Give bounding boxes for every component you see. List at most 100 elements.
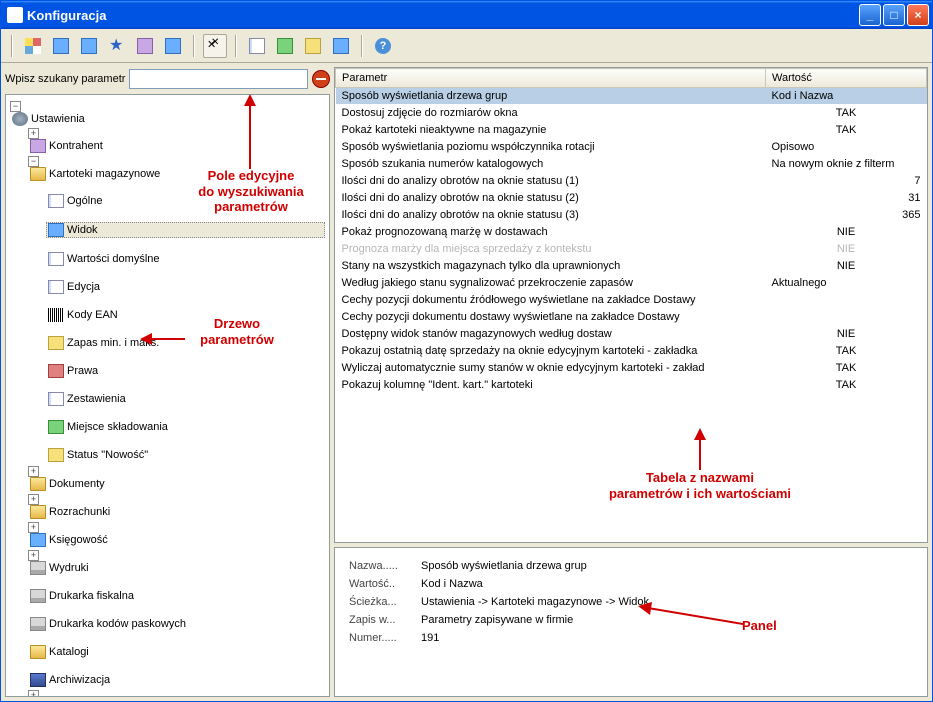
expand-toggle[interactable]: + [28,466,39,477]
table-row[interactable]: Dostępny widok stanów magazynowych wedłu… [336,326,927,343]
table-row[interactable]: Według jakiego stanu sygnalizować przekr… [336,275,927,292]
table-row[interactable]: Stany na wszystkich magazynach tylko dla… [336,258,927,275]
table-row[interactable]: Pokaż prognozowaną marżę w dostawachNIE [336,224,927,241]
favorite-button[interactable]: ★ [105,34,129,58]
table-row[interactable]: Sposób wyświetlania poziomu współczynnik… [336,139,927,156]
table-row[interactable]: Prognoza marży dla miejsca sprzedaży z k… [336,241,927,258]
tool-button-11[interactable] [329,34,353,58]
home-button[interactable] [21,34,45,58]
lbl-nazwa: Nazwa..... [349,560,421,572]
tree-zestawienia[interactable]: Zestawienia [46,392,325,406]
tool-button-6[interactable] [161,34,185,58]
search-input[interactable] [129,69,308,89]
col-parametr[interactable]: Parametr [336,69,766,88]
settings-button[interactable]: ✕✕ [203,34,227,58]
tree-rozrachunki[interactable]: Rozrachunki [28,505,325,519]
tree-ksiegowosc[interactable]: Księgowość [28,533,325,547]
parameter-tree[interactable]: − Ustawienia +Kontrahent −Kartoteki maga… [5,94,330,697]
tree-kartoteki[interactable]: Kartoteki magazynowe [28,167,325,181]
val-numer: 191 [421,632,439,644]
expand-toggle[interactable]: − [28,156,39,167]
table-row[interactable]: Pokazuj ostatnią datę sprzedaży na oknie… [336,343,927,360]
cell-value: 365 [766,207,927,224]
tree-wartosci[interactable]: Wartości domyślne [46,252,325,266]
cell-value [766,309,927,326]
col-wartosc[interactable]: Wartość [766,69,927,88]
printer-icon [30,561,46,575]
cell-value: TAK [766,105,927,122]
expand-toggle[interactable]: + [28,522,39,533]
tool-button-5[interactable] [133,34,157,58]
tree-zapas[interactable]: Zapas min. i maks. [46,336,325,350]
tree-wydruki[interactable]: Wydruki [28,561,325,575]
tool-button-2[interactable] [49,34,73,58]
table-row[interactable]: Ilości dni do analizy obrotów na oknie s… [336,190,927,207]
close-button[interactable]: × [907,4,929,26]
folder-icon [30,645,46,659]
expand-toggle[interactable]: + [28,494,39,505]
tree-ogolne[interactable]: Ogólne [46,194,325,208]
table-row[interactable]: Cechy pozycji dokumentu źródłowego wyświ… [336,292,927,309]
tree-dokumenty[interactable]: Dokumenty [28,477,325,491]
edit-button[interactable] [245,34,269,58]
cell-value: 31 [766,190,927,207]
cell-value [766,292,927,309]
people-icon [30,139,46,153]
tree-edycja[interactable]: Edycja [46,280,325,294]
table-row[interactable]: Sposób szukania numerów katalogowychNa n… [336,156,927,173]
tool-button-10[interactable] [301,34,325,58]
tool-button-3[interactable] [77,34,101,58]
expand-toggle[interactable]: + [28,128,39,139]
cell-param: Cechy pozycji dokumentu dostawy wyświetl… [336,309,766,326]
parameter-table-wrap: Parametr Wartość Sposób wyświetlania drz… [334,67,928,543]
table-row[interactable]: Dostosuj zdjęcie do rozmiarów oknaTAK [336,105,927,122]
tree-drukkodow[interactable]: Drukarka kodów paskowych [28,617,325,631]
tree-root[interactable]: Ustawienia [10,112,325,126]
cell-param: Sposób wyświetlania drzewa grup [336,88,766,105]
details-panel: Nazwa.....Sposób wyświetlania drzewa gru… [334,547,928,697]
tree-drukfisk[interactable]: Drukarka fiskalna [28,589,325,603]
location-icon [48,420,64,434]
table-row[interactable]: Ilości dni do analizy obrotów na oknie s… [336,207,927,224]
cell-value: TAK [766,122,927,139]
table-row[interactable]: Sposób wyświetlania drzewa grupKod i Naz… [336,88,927,105]
cell-param: Pokazuj kolumnę "Ident. kart." kartoteki [336,377,766,394]
cell-value: TAK [766,360,927,377]
tree-kontrahent[interactable]: Kontrahent [28,139,325,153]
book-icon [30,533,46,547]
toolbar: ★ ✕✕ ? [1,29,932,63]
help-button[interactable]: ? [371,34,395,58]
cell-value: NIE [766,326,927,343]
table-row[interactable]: Wyliczaj automatycznie sumy stanów w okn… [336,360,927,377]
lbl-zapis: Zapis w... [349,614,421,626]
expand-toggle[interactable]: + [28,690,39,697]
tree-kody[interactable]: Kody EAN [46,308,325,322]
cell-param: Sposób szukania numerów katalogowych [336,156,766,173]
tool-button-9[interactable] [273,34,297,58]
clear-search-icon[interactable] [312,70,330,88]
table-row[interactable]: Ilości dni do analizy obrotów na oknie s… [336,173,927,190]
printer-icon [30,589,46,603]
maximize-button[interactable]: □ [883,4,905,26]
search-row: Wpisz szukany parametr [5,67,330,91]
table-row[interactable]: Cechy pozycji dokumentu dostawy wyświetl… [336,309,927,326]
parameter-table[interactable]: Parametr Wartość Sposób wyświetlania drz… [335,68,927,394]
expand-toggle[interactable]: + [28,550,39,561]
cell-param: Ilości dni do analizy obrotów na oknie s… [336,173,766,190]
expand-toggle[interactable]: − [10,101,21,112]
cell-value: Aktualnego [766,275,927,292]
tree-prawa[interactable]: Prawa [46,364,325,378]
tree-archiw[interactable]: Archiwizacja [28,673,325,687]
tree-widok[interactable]: Widok [46,222,325,238]
report-icon [48,392,64,406]
cell-param: Pokaż prognozowaną marżę w dostawach [336,224,766,241]
minimize-button[interactable]: _ [859,4,881,26]
disk-icon [30,673,46,687]
table-row[interactable]: Pokazuj kolumnę "Ident. kart." kartoteki… [336,377,927,394]
tree-status[interactable]: Status "Nowość" [46,448,325,462]
cell-param: Stany na wszystkich magazynach tylko dla… [336,258,766,275]
tree-katalogi[interactable]: Katalogi [28,645,325,659]
table-row[interactable]: Pokaż kartoteki nieaktywne na magazynieT… [336,122,927,139]
tree-miejsce[interactable]: Miejsce składowania [46,420,325,434]
right-panel: Parametr Wartość Sposób wyświetlania drz… [334,67,928,697]
